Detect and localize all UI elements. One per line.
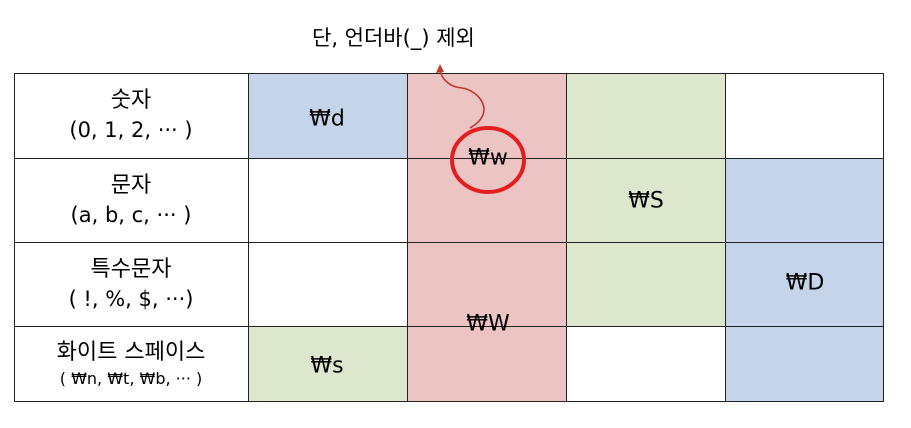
token-non-digit: ₩D bbox=[785, 270, 825, 296]
token-digit: ₩d bbox=[309, 106, 345, 132]
row-header-special: 특수문자 ( !, %, $, ···) bbox=[14, 242, 248, 326]
row-sub: ( !, %, $, ···) bbox=[68, 286, 194, 311]
row-sub: (0, 1, 2, ··· ) bbox=[69, 118, 193, 143]
row-label: 숫자 bbox=[110, 88, 152, 114]
regex-class-diagram: 단, 언더바(_) 제외 숫자 (0, 1, 2, ··· ) 문자 (a, b… bbox=[0, 0, 911, 428]
row-sub: (a, b, c, ··· ) bbox=[70, 202, 192, 227]
token-word: ₩w bbox=[468, 145, 508, 171]
row-label: 문자 bbox=[110, 172, 152, 198]
row-sub: ( ₩n, ₩t, ₩b, ··· ) bbox=[59, 369, 203, 389]
row-label: 특수문자 bbox=[90, 256, 172, 282]
note-arrowhead-icon bbox=[436, 64, 444, 73]
row-header-whitespace: 화이트 스페이스 ( ₩n, ₩t, ₩b, ··· ) bbox=[14, 326, 248, 402]
row-label: 화이트 스페이스 bbox=[56, 340, 206, 366]
row-header-digits: 숫자 (0, 1, 2, ··· ) bbox=[14, 73, 248, 158]
token-non-word: ₩W bbox=[466, 311, 510, 337]
token-non-space: ₩S bbox=[628, 188, 664, 214]
note-arrow bbox=[439, 69, 485, 129]
token-space: ₩s bbox=[310, 353, 344, 379]
row-header-letters: 문자 (a, b, c, ··· ) bbox=[14, 158, 248, 242]
underscore-note: 단, 언더바(_) 제외 bbox=[312, 26, 475, 50]
